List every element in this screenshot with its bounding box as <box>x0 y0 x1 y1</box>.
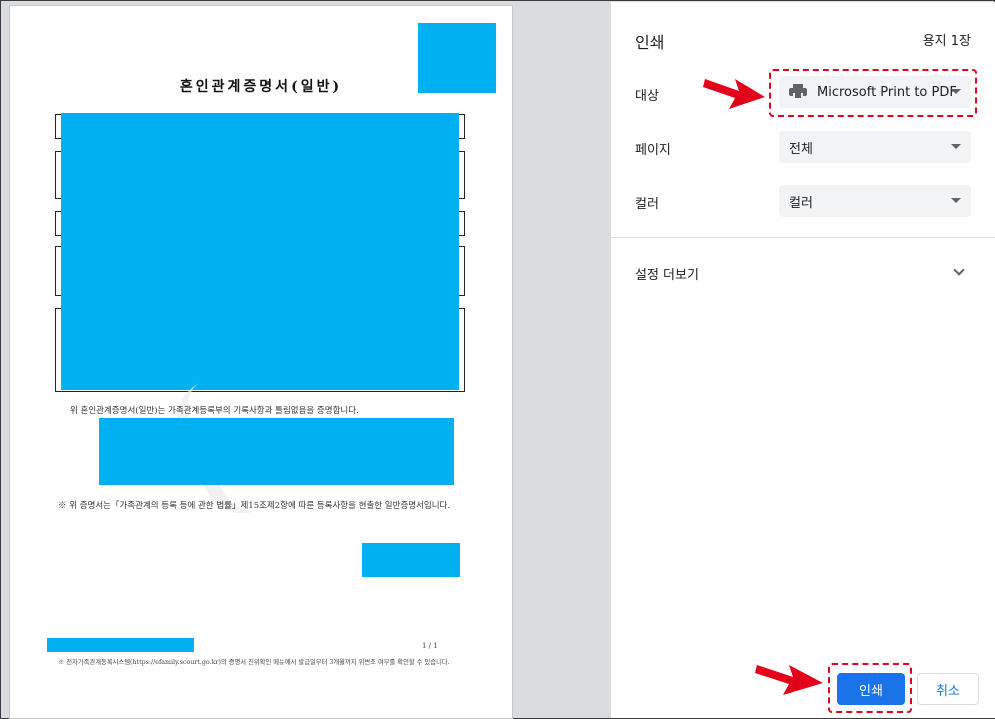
print-dialog-window: 혼인관계증명서(일반) 위 혼인관계증명서(일반)는 가족관계등록부의 기록사항… <box>0 0 995 719</box>
page-number: 1 / 1 <box>422 642 438 650</box>
document-page: 혼인관계증명서(일반) 위 혼인관계증명서(일반)는 가족관계등록부의 기록사항… <box>10 6 512 718</box>
document-title: 혼인관계증명서(일반) <box>179 79 343 95</box>
red-arrow-icon <box>703 79 765 109</box>
pages-select[interactable]: 전체 <box>779 131 971 163</box>
pages-label: 페이지 <box>635 143 671 158</box>
redacted-seal <box>362 543 460 577</box>
red-arrow-icon <box>755 665 823 695</box>
pages-value: 전체 <box>789 141 813 157</box>
destination-label: 대상 <box>635 89 659 104</box>
cancel-button[interactable]: 취소 <box>917 673 979 705</box>
print-button-highlight-box <box>828 663 912 713</box>
more-settings-toggle[interactable]: 설정 더보기 <box>635 264 699 283</box>
certification-statement: 위 혼인관계증명서(일반)는 가족관계등록부의 기록사항과 틀림없음을 증명합니… <box>70 406 359 416</box>
color-select[interactable]: 컬러 <box>779 185 971 217</box>
redacted-record-table <box>61 113 459 390</box>
redacted-barcode <box>47 638 194 652</box>
dropdown-arrow-icon <box>951 198 961 203</box>
verification-footer: ※ 전자가족관계등록시스템(https://efamily.scourt.go.… <box>58 659 450 666</box>
preview-gutter <box>513 2 610 718</box>
color-label: 컬러 <box>635 197 659 212</box>
dropdown-arrow-icon <box>951 144 961 149</box>
destination-highlight-box <box>769 69 977 117</box>
panel-title: 인쇄 <box>635 33 665 52</box>
color-value: 컬러 <box>789 195 813 211</box>
divider <box>611 237 995 238</box>
legal-note: ※ 위 증명서는「가족관계의 등록 등에 관한 법률」제15조제2항에 따른 등… <box>58 501 451 511</box>
chevron-down-icon[interactable] <box>953 264 965 276</box>
sheet-count: 용지 1장 <box>922 34 971 49</box>
redacted-issuer <box>99 418 454 485</box>
